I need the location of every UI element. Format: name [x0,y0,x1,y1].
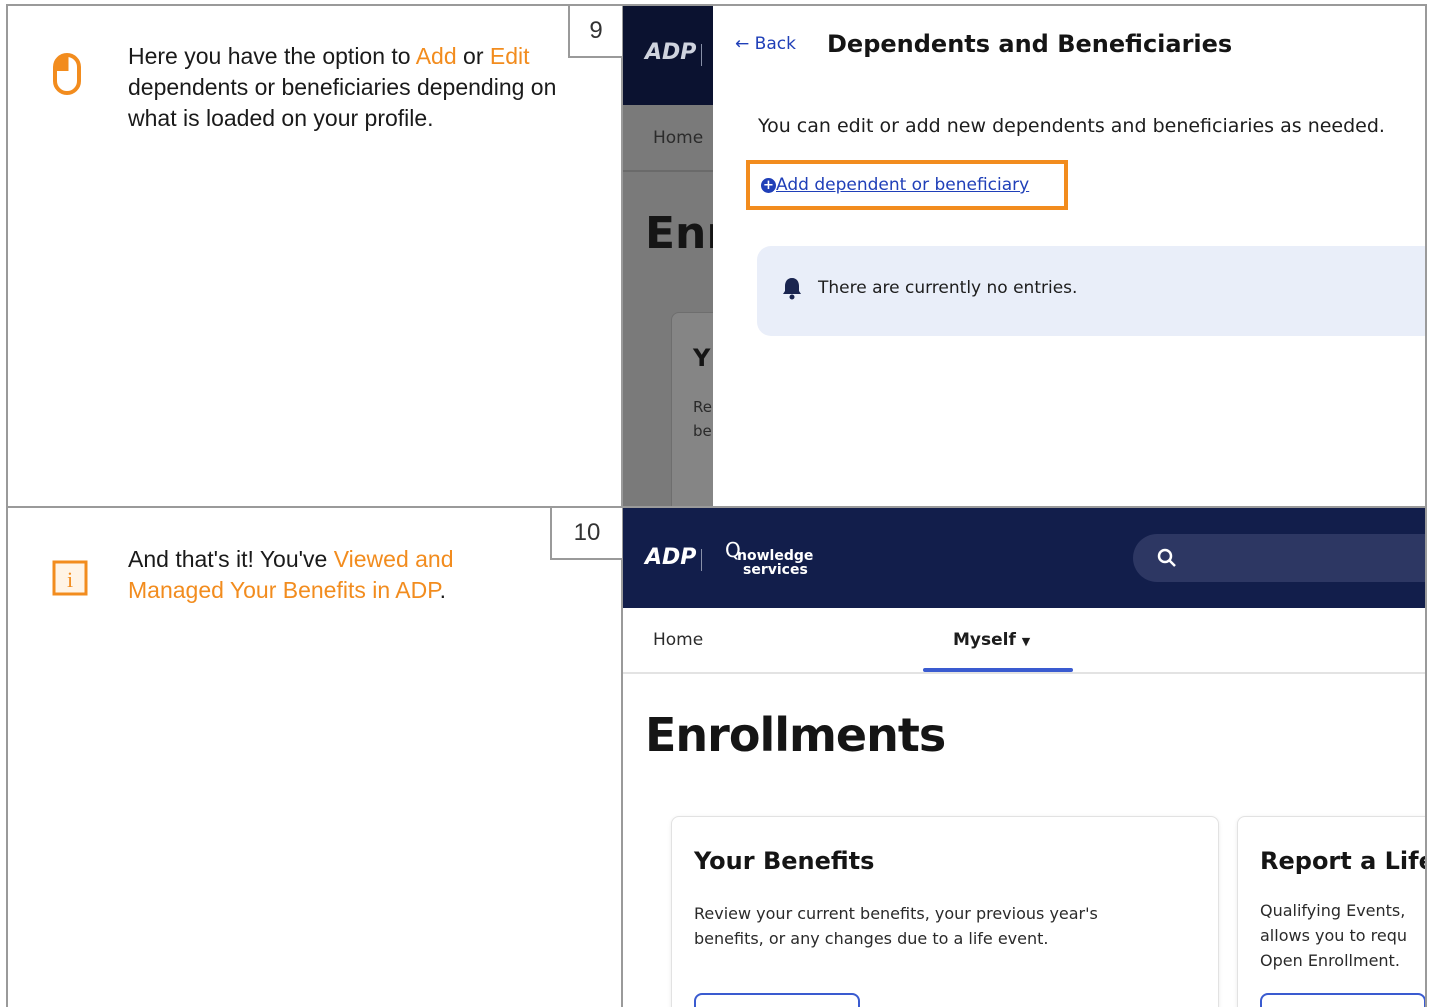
top-header: ADP Q nowledge services [623,508,1425,608]
desc-text: dependents or beneficiaries depending on… [128,74,557,131]
back-link[interactable]: ← Back [735,34,796,54]
search-icon [1157,548,1177,573]
card-button[interactable] [1260,993,1425,1007]
card-text: Review your current benefits, your previ… [694,904,1098,948]
desc-text: Here you have the option to [128,43,416,69]
card-text: Qualifying Events, [1260,901,1406,920]
step-number: 9 [568,6,622,58]
mouse-click-icon [52,52,82,101]
step-9-description: Here you have the option to Add or Edit … [128,41,558,134]
step-10-description: And that's it! You've Viewed and Managed… [128,544,548,606]
step-9-screenshot: ADP Home Enr Y Re be ← Back Dependents a… [623,6,1425,506]
arrow-left-icon: ← [735,34,750,54]
page-heading: Enrollments [645,708,946,762]
dependents-drawer: ← Back Dependents and Beneficiaries You … [713,6,1425,506]
search-bar[interactable] [1133,534,1425,582]
card-title: Your Benefits [694,847,875,875]
nav-active-indicator [923,668,1073,672]
caret-down-icon: ▼ [1021,635,1031,648]
your-benefits-card: Your Benefits Review your current benefi… [671,816,1219,1007]
card-text: Open Enrollment. [1260,951,1400,970]
edit-keyword: Edit [489,43,530,69]
nav-myself[interactable]: Myself ▼ [953,630,1030,650]
empty-message: There are currently no entries. [818,278,1078,298]
card-title: Report a Life [1260,847,1425,875]
info-icon: i [52,560,88,601]
add-dependent-link[interactable]: + Add dependent or beneficiary [761,175,1029,195]
empty-state-banner: There are currently no entries. [757,246,1425,336]
drawer-title: Dependents and Beneficiaries [827,30,1233,58]
report-life-event-card: Report a Life Qualifying Events, allows … [1237,816,1425,1007]
plus-circle-icon: + [761,178,776,193]
svg-text:i: i [67,567,73,592]
desc-text: or [456,43,490,69]
add-keyword: Add [415,43,457,69]
bg-card-title: Y [693,344,711,372]
desc-text: And that's it! You've [128,546,334,572]
card-text: allows you to requ [1260,926,1407,945]
bg-card-text: Re [693,398,712,416]
adp-logo: ADP [645,40,697,65]
nav-home[interactable]: Home [653,630,703,650]
step-number: 10 [550,508,622,560]
bell-icon [781,276,803,305]
adp-logo: ADP [645,545,697,570]
card-button[interactable] [694,993,860,1007]
drawer-subtitle: You can edit or add new dependents and b… [758,115,1385,137]
bg-nav-home: Home [653,128,704,148]
desc-text: . [439,577,446,603]
bg-card-text: be [693,422,712,440]
nav-bar: Home Myself ▼ [623,608,1425,674]
step-10-screenshot: ADP Q nowledge services Home Myself ▼ En… [623,508,1425,1007]
